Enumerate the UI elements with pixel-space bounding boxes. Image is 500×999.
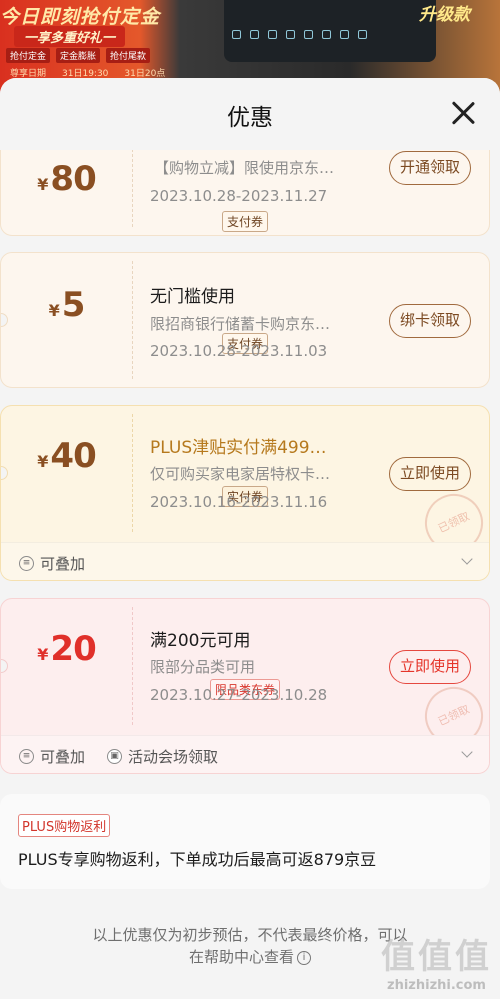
coupon-card: ¥20 限品类东券 满200元可用 限部分品类可用 2023.10.27-202…: [0, 598, 490, 774]
banner-chip: 定金膨胀: [56, 48, 101, 63]
banner-subtitle: 一享多重好礼一: [14, 26, 126, 47]
sheet-header: 优惠: [0, 78, 500, 150]
banner-title: 今日即刻抢付定金: [0, 6, 161, 28]
coupon-sheet: ¥80 支付券 【购物立减】限使用京东… 2023.10.28-2023.11.…: [0, 78, 500, 999]
coupon-amount: ¥80: [1, 159, 132, 199]
card-divider: [132, 261, 133, 379]
banner-badge: 升级款: [419, 5, 470, 25]
coupon-desc: 仅可购买家电家居特权卡…: [150, 465, 331, 483]
coupon-footer: ≡ 可叠加: [1, 542, 489, 580]
gift-icon: ▣: [107, 749, 122, 764]
stack-icon: ≡: [19, 749, 34, 764]
panel-icon: [304, 30, 313, 39]
coupon-date: 2023.10.16-2023.11.16: [150, 493, 328, 511]
banner-chips: 抢付定金 定金膨胀 抢付尾款: [6, 48, 151, 63]
card-divider: [132, 607, 133, 725]
coupon-value: 80: [50, 159, 96, 199]
coupon-card: ¥5 支付券 无门槛使用 限招商银行储蓄卡购京东… 2023.10.28-202…: [0, 252, 490, 388]
watermark: 值值值 zhizhizhi.com: [381, 929, 492, 993]
coupon-value: 40: [50, 436, 96, 476]
close-icon[interactable]: [448, 98, 478, 128]
plus-rebate-text: PLUS专享购物返利，下单成功后最高可返879京豆: [18, 850, 377, 869]
chevron-down-icon[interactable]: [461, 553, 473, 565]
coupon-card: ¥40 实付券 PLUS津贴实付满499… 仅可购买家电家居特权卡… 2023.…: [0, 405, 490, 581]
venue-claim-text: 活动会场领取: [128, 748, 219, 766]
coupon-date: 2023.10.28-2023.11.03: [150, 342, 328, 360]
currency-symbol: ¥: [37, 645, 49, 664]
panel-icon: [340, 30, 349, 39]
chevron-down-icon[interactable]: [461, 746, 473, 758]
coupon-amount: ¥40: [1, 436, 132, 476]
coupon-type-tag: 支付券: [221, 211, 268, 232]
stack-icon: ≡: [19, 556, 34, 571]
help-center-link[interactable]: 在帮助中心查看: [189, 948, 294, 966]
currency-symbol: ¥: [48, 301, 60, 320]
venue-claim-label: ▣ 活动会场领取: [107, 746, 218, 767]
coupon-desc: 限部分品类可用: [150, 658, 256, 676]
currency-symbol: ¥: [37, 452, 49, 471]
stackable-label: ≡ 可叠加: [19, 553, 85, 574]
card-divider: [132, 414, 133, 532]
use-now-button[interactable]: 立即使用: [388, 457, 471, 491]
plus-rebate-box: PLUS购物返利 PLUS专享购物返利，下单成功后最高可返879京豆: [0, 794, 490, 889]
watermark-text: zhizhizhi.com: [387, 978, 486, 993]
coupon-value: 5: [61, 285, 86, 325]
coupon-title: 满200元可用: [150, 631, 251, 651]
open-claim-button[interactable]: 开通领取: [388, 151, 471, 185]
panel-icon: [322, 30, 331, 39]
panel-icon: [250, 30, 259, 39]
currency-symbol: ¥: [37, 175, 49, 194]
coupon-value: 20: [50, 629, 96, 669]
plus-rebate-tag: PLUS购物返利: [18, 814, 111, 837]
coupon-footer: ≡ 可叠加 ▣ 活动会场领取: [1, 735, 489, 773]
banner-chip: 抢付定金: [6, 48, 51, 63]
coupon-title: 无门槛使用: [150, 287, 235, 307]
panel-icon: [268, 30, 277, 39]
stackable-text: 可叠加: [40, 555, 86, 573]
stackable-label: ≡ 可叠加: [19, 746, 85, 767]
stackable-text: 可叠加: [40, 748, 86, 766]
coupon-amount: ¥20: [1, 629, 132, 669]
panel-icon: [358, 30, 367, 39]
use-now-button[interactable]: 立即使用: [388, 650, 471, 684]
coupon-date: 2023.10.28-2023.11.27: [150, 187, 328, 205]
info-icon[interactable]: i: [297, 950, 311, 965]
panel-icon: [232, 30, 241, 39]
coupon-desc: 【购物立减】限使用京东…: [154, 159, 335, 177]
sheet-title: 优惠: [227, 105, 273, 131]
bind-card-claim-button[interactable]: 绑卡领取: [388, 304, 471, 338]
panel-icon: [286, 30, 295, 39]
banner-chip: 抢付尾款: [106, 48, 151, 63]
coupon-title: PLUS津贴实付满499…: [150, 438, 327, 458]
coupon-desc: 限招商银行储蓄卡购京东…: [150, 315, 331, 333]
product-panel-icons: [232, 30, 367, 39]
watermark-logo: 值值值: [381, 937, 492, 977]
coupon-date: 2023.10.27-2023.10.28: [150, 686, 328, 704]
coupon-amount: ¥5: [1, 285, 132, 325]
